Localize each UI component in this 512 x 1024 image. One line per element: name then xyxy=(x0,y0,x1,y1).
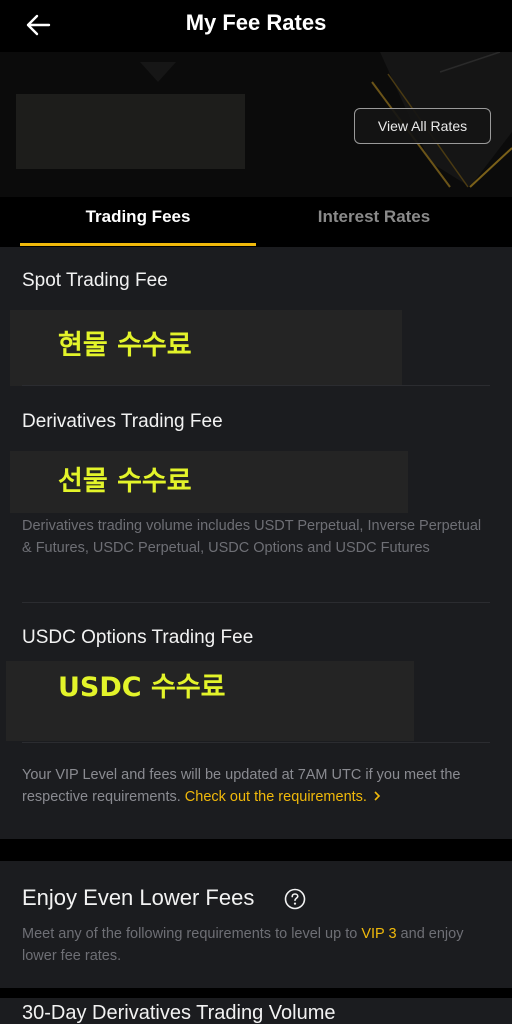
vip-banner: View All Rates xyxy=(0,52,512,197)
fee-card: Spot Trading Fee 현물 수수료 Derivatives Trad… xyxy=(0,247,512,839)
spot-fee-overlay: 현물 수수료 xyxy=(58,330,192,361)
usdc-fee-title: USDC Options Trading Fee xyxy=(22,627,254,648)
chevron-right-icon[interactable] xyxy=(371,790,383,802)
question-circle-icon[interactable] xyxy=(284,888,306,910)
redacted-area xyxy=(16,94,245,169)
tab-trading-fees[interactable]: Trading Fees xyxy=(20,207,256,243)
section-gap xyxy=(0,988,512,998)
view-all-rates-button[interactable]: View All Rates xyxy=(354,108,491,144)
divider xyxy=(22,602,490,603)
vip-level-highlight: VIP 3 xyxy=(361,926,397,942)
divider xyxy=(22,742,490,743)
active-tab-indicator xyxy=(20,243,256,246)
requirements-link[interactable]: Check out the requirements. xyxy=(185,789,367,805)
header: My Fee Rates xyxy=(0,0,512,52)
fee-rates-screen: My Fee Rates View All Rates Trading Fees… xyxy=(0,0,512,1024)
tab-bar: Trading Fees Interest Rates xyxy=(0,197,512,247)
derivatives-note: Derivatives trading volume includes USDT… xyxy=(22,518,482,556)
volume-card: 30-Day Derivatives Trading Volume xyxy=(0,998,512,1024)
tab-interest-rates[interactable]: Interest Rates xyxy=(256,207,492,243)
section-gap xyxy=(0,839,512,861)
lower-fees-title: Enjoy Even Lower Fees xyxy=(22,885,255,910)
lower-fees-card: Enjoy Even Lower Fees Meet any of the fo… xyxy=(0,861,512,988)
usdc-fee-overlay: USDC 수수료 xyxy=(58,672,226,703)
lower-fees-description: Meet any of the following requirements t… xyxy=(22,923,492,967)
derivatives-fee-title: Derivatives Trading Fee xyxy=(22,411,223,432)
vip-update-note: Your VIP Level and fees will be updated … xyxy=(22,764,492,808)
divider xyxy=(22,385,490,386)
page-title: My Fee Rates xyxy=(185,10,327,35)
volume-title: 30-Day Derivatives Trading Volume xyxy=(22,1002,336,1024)
desc-prefix: Meet any of the following requirements t… xyxy=(22,926,362,942)
derivatives-fee-overlay: 선물 수수료 xyxy=(58,466,192,497)
spot-fee-title: Spot Trading Fee xyxy=(22,270,168,291)
